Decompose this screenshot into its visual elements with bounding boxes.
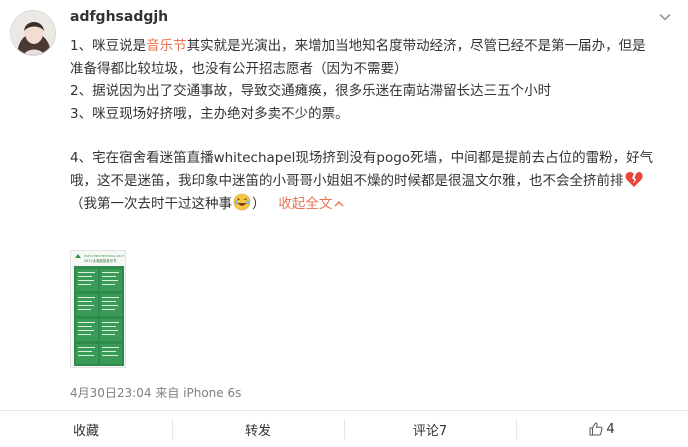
post-body: 1、咪豆说是音乐节其实就是光演出，来增加当地知名度带动经济，尽管已经不是第一届办… bbox=[70, 35, 674, 215]
post-text: 其实就是光演出，来增加当地知名度带动经济，尽管已经不是第一届办，但是 bbox=[186, 38, 646, 54]
collapse-full-text-link[interactable]: 收起全文 bbox=[278, 196, 344, 212]
favorite-label: 收藏 bbox=[72, 423, 99, 439]
laughing-crying-emoji-icon bbox=[233, 193, 251, 210]
avatar[interactable] bbox=[10, 10, 56, 56]
avatar-image bbox=[11, 11, 55, 55]
like-button[interactable]: 4 bbox=[516, 411, 688, 447]
hashtag-link[interactable]: 音乐节 bbox=[146, 38, 187, 54]
post-source: 来自 iPhone 6s bbox=[155, 386, 242, 400]
post-line: （我第一次去时干过这种事 ） 收起全文 bbox=[70, 193, 674, 216]
post-line: 1、咪豆说是音乐节其实就是光演出，来增加当地知名度带动经济，尽管已经不是第一届办… bbox=[70, 35, 674, 58]
post-line: 4、宅在宿舍看迷笛直播whitechapel现场挤到没有pogo死墙，中间都是提… bbox=[70, 150, 654, 167]
broken-heart-icon bbox=[625, 171, 643, 187]
post-meta: 4月30日23:04 来自 iPhone 6s bbox=[70, 384, 241, 401]
post-text: 哦，这不是迷笛，我印象中迷笛的小哥哥小姐姐不燥的时候都是很温文尔雅，也不会全挤前… bbox=[70, 172, 624, 189]
post-time[interactable]: 4月30日23:04 bbox=[70, 386, 152, 400]
chevron-up-icon bbox=[334, 200, 344, 207]
collapse-label: 收起全文 bbox=[278, 195, 333, 212]
post-image-thumbnail[interactable]: TAIHU MIDI FESTIVAL 2017 2017太湖迷笛音乐节 bbox=[70, 250, 126, 368]
post-line: 2、据说因为出了交通事故，导致交通瘫痪，很多乐迷在南站滞留长达三五个小时 bbox=[70, 83, 552, 100]
repost-label: 转发 bbox=[244, 423, 271, 439]
post-line: 准备得都比较垃圾，也没有公开招志愿者（因为不需要） bbox=[70, 60, 408, 77]
thumbnail-header-line1: TAIHU MIDI FESTIVAL 2017 bbox=[83, 254, 124, 258]
post-line: 3、咪豆现场好挤哦，主办绝对多卖不少的票。 bbox=[70, 105, 349, 122]
festival-schedule-image: TAIHU MIDI FESTIVAL 2017 2017太湖迷笛音乐节 bbox=[71, 251, 125, 367]
action-bar: 收藏 转发 评论7 4 bbox=[0, 411, 688, 447]
post-text: （我第一次去时干过这种事 bbox=[70, 195, 232, 212]
post-text: 1、咪豆说是 bbox=[70, 38, 147, 54]
favorite-button[interactable]: 收藏 bbox=[0, 411, 172, 447]
post-line: 哦，这不是迷笛，我印象中迷笛的小哥哥小姐姐不燥的时候都是很温文尔雅，也不会全挤前… bbox=[70, 170, 674, 193]
comment-button[interactable]: 评论7 bbox=[344, 411, 516, 447]
post-text: ） bbox=[252, 195, 266, 212]
username[interactable]: adfghsadgjh bbox=[70, 9, 168, 25]
comment-label: 评论7 bbox=[412, 423, 448, 439]
repost-button[interactable]: 转发 bbox=[172, 411, 344, 447]
thumbs-up-icon bbox=[589, 422, 603, 436]
like-count: 4 bbox=[606, 421, 615, 437]
thumbnail-header-line2: 2017太湖迷笛音乐节 bbox=[84, 258, 117, 263]
chevron-down-icon[interactable] bbox=[658, 10, 672, 24]
